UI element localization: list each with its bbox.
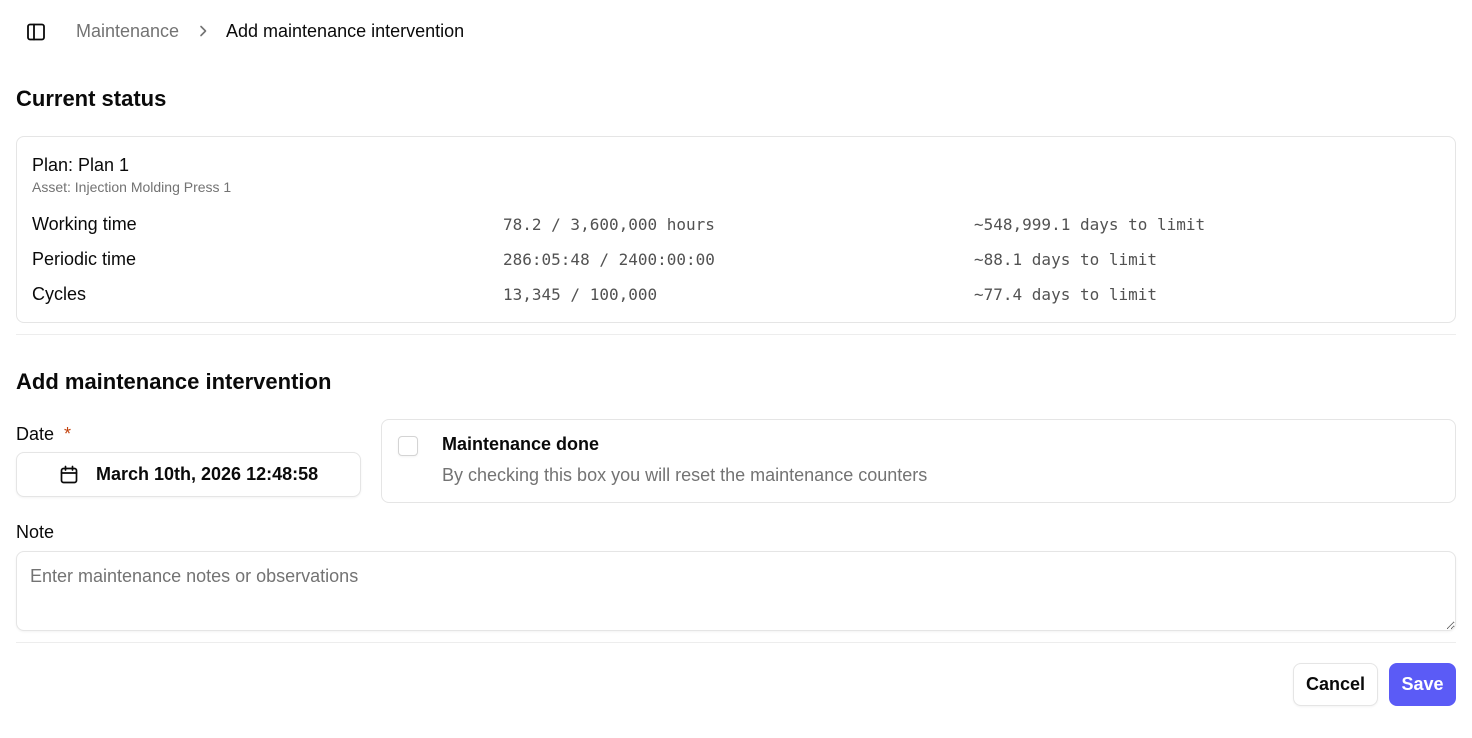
note-label: Note	[16, 522, 55, 542]
asset-name: Asset: Injection Molding Press 1	[32, 179, 232, 195]
maintenance-done-description: By checking this box you will reset the …	[442, 465, 928, 485]
breadcrumb-parent-link[interactable]: Maintenance	[76, 21, 179, 42]
metric-limit: ~77.4 days to limit	[974, 285, 1158, 304]
date-label-text: Date	[16, 424, 55, 444]
form-heading: Add maintenance intervention	[16, 369, 332, 394]
breadcrumb-current-page: Add maintenance intervention	[226, 21, 465, 41]
maintenance-done-checkbox[interactable]	[398, 436, 418, 456]
panel-left-icon[interactable]	[24, 20, 48, 44]
chevron-right-icon	[196, 24, 210, 38]
date-value: March 10th, 2026 12:48:58	[96, 464, 319, 484]
note-textarea[interactable]	[16, 551, 1456, 631]
required-indicator: *	[64, 424, 72, 444]
metric-value: 286:05:48 / 2400:00:00	[503, 250, 715, 269]
status-card: Plan: Plan 1 Asset: Injection Molding Pr…	[16, 136, 1456, 323]
date-label: Date *	[16, 424, 71, 445]
save-button[interactable]: Save	[1389, 663, 1456, 706]
metric-label: Cycles	[32, 284, 87, 304]
metric-label: Periodic time	[32, 249, 137, 269]
metric-limit: ~88.1 days to limit	[974, 250, 1158, 269]
metric-value: 13,345 / 100,000	[503, 285, 658, 304]
footer-divider	[16, 642, 1456, 643]
metric-limit: ~548,999.1 days to limit	[974, 215, 1206, 234]
plan-name: Plan: Plan 1	[32, 155, 130, 175]
cancel-button[interactable]: Cancel	[1293, 663, 1378, 706]
metric-row: Periodic time 286:05:48 / 2400:00:00 ~88…	[17, 249, 1455, 273]
metric-row: Cycles 13,345 / 100,000 ~77.4 days to li…	[17, 284, 1455, 308]
maintenance-done-title: Maintenance done	[442, 434, 600, 454]
maintenance-done-card[interactable]: Maintenance done By checking this box yo…	[381, 419, 1456, 503]
date-picker-button[interactable]: March 10th, 2026 12:48:58	[16, 452, 361, 497]
calendar-icon	[59, 465, 79, 485]
current-status-heading: Current status	[16, 86, 167, 111]
metric-value: 78.2 / 3,600,000 hours	[503, 215, 715, 234]
top-bar: Maintenance Add maintenance intervention	[0, 0, 1472, 64]
metric-label: Working time	[32, 214, 137, 234]
section-divider	[16, 334, 1456, 335]
metric-row: Working time 78.2 / 3,600,000 hours ~548…	[17, 214, 1455, 238]
